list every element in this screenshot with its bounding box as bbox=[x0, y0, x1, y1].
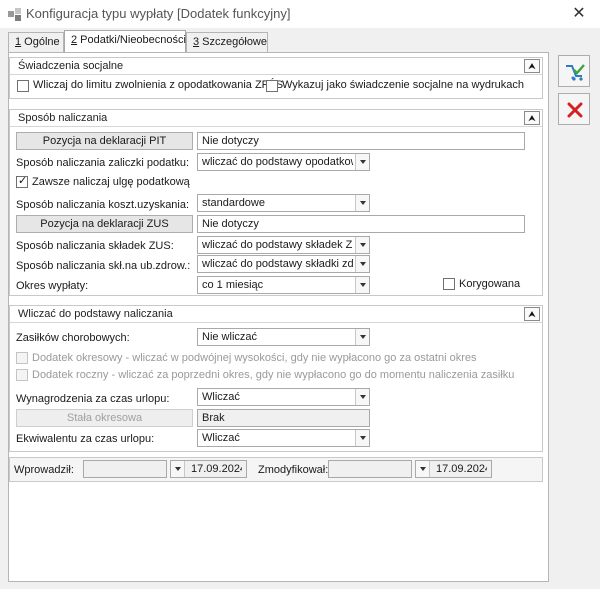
zasilkow-dropdown[interactable]: Nie wliczać bbox=[197, 328, 370, 346]
group-swiadczenia-socjalne: Świadczenia socjalne ⮝ bbox=[9, 57, 543, 99]
chevron-down-icon[interactable] bbox=[355, 389, 369, 405]
wykazuj-label: Wykazuj jako świadczenie socjalne na wyd… bbox=[282, 79, 525, 91]
app-icon bbox=[8, 8, 21, 21]
ulga-label: Zawsze naliczaj ulgę podatkową bbox=[32, 176, 190, 188]
zaliczka-label: Sposób naliczania zaliczki podatku: bbox=[16, 157, 190, 169]
chevron-down-icon[interactable] bbox=[355, 430, 369, 446]
collapse-up-icon[interactable]: ⮝ bbox=[524, 59, 540, 73]
chevron-down-icon[interactable] bbox=[355, 237, 369, 253]
collapse-up-icon[interactable]: ⮝ bbox=[524, 307, 540, 321]
zmodyfikowal-date-field[interactable]: 17.09.2024 bbox=[415, 460, 492, 478]
okresowy-label: Dodatek okresowy - wliczać w podwójnej w… bbox=[32, 352, 477, 364]
skladki-zdrow-dropdown[interactable]: wliczać do podstawy składki zdro... bbox=[197, 255, 370, 273]
zasilkow-label: Zasiłków chorobowych: bbox=[16, 332, 130, 344]
koszty-dropdown[interactable]: standardowe bbox=[197, 194, 370, 212]
zmodyfikowal-label: Zmodyfikował: bbox=[258, 464, 329, 476]
chevron-down-icon[interactable] bbox=[171, 461, 185, 477]
skladki-zdrow-label: Sposób naliczania skł.na ub.zdrow.: bbox=[16, 260, 191, 272]
save-icon bbox=[566, 64, 585, 81]
group-title: Sposób naliczania bbox=[18, 112, 108, 124]
pit-declaration-button[interactable]: Pozycja na deklaracji PIT bbox=[16, 132, 193, 150]
chevron-down-icon[interactable] bbox=[355, 256, 369, 272]
zus-declaration-button[interactable]: Pozycja na deklaracji ZUS bbox=[16, 215, 193, 233]
chevron-down-icon[interactable] bbox=[355, 154, 369, 170]
korygowana-checkbox[interactable] bbox=[443, 278, 455, 290]
group-title: Świadczenia socjalne bbox=[18, 60, 124, 72]
group-title: Wliczać do podstawy naliczania bbox=[18, 308, 173, 320]
chevron-down-icon[interactable] bbox=[355, 195, 369, 211]
wprowadzil-operator-field bbox=[83, 460, 167, 478]
okres-dropdown[interactable]: co 1 miesiąc bbox=[197, 276, 370, 294]
save-button[interactable] bbox=[558, 55, 590, 87]
zaliczka-dropdown[interactable]: wliczać do podstawy opodatkow... bbox=[197, 153, 370, 171]
window-title: Konfiguracja typu wypłaty [Dodatek funkc… bbox=[26, 6, 291, 21]
koszty-label: Sposób naliczania koszt.uzyskania: bbox=[16, 199, 190, 211]
wprowadzil-label: Wprowadził: bbox=[14, 464, 74, 476]
cancel-icon bbox=[567, 102, 583, 118]
chevron-down-icon[interactable] bbox=[416, 461, 430, 477]
close-icon[interactable]: ✕ bbox=[568, 4, 590, 24]
zmodyfikowal-operator-field bbox=[328, 460, 412, 478]
chevron-down-icon[interactable] bbox=[355, 329, 369, 345]
okresowy-checkbox[interactable] bbox=[16, 352, 28, 364]
ulga-checkbox[interactable] bbox=[16, 174, 28, 188]
pit-declaration-field[interactable]: Nie dotyczy bbox=[197, 132, 525, 150]
korygowana-label: Korygowana bbox=[459, 278, 521, 290]
cancel-button[interactable] bbox=[558, 93, 590, 125]
stala-okresowa-field: Brak bbox=[197, 409, 370, 427]
roczny-checkbox[interactable] bbox=[16, 369, 28, 381]
ekwiwalent-label: Ekwiwalentu za czas urlopu: bbox=[16, 433, 155, 445]
tab-podatki-nieobecnosci[interactable]: 2 Podatki/Nieobecności bbox=[64, 30, 186, 53]
collapse-up-icon[interactable]: ⮝ bbox=[524, 111, 540, 125]
ekwiwalent-dropdown[interactable]: Wliczać bbox=[197, 429, 370, 447]
wykazuj-checkbox[interactable] bbox=[266, 80, 278, 92]
tab-szczegolowe[interactable]: 3 Szczegółowe bbox=[186, 32, 268, 52]
skladki-zus-dropdown[interactable]: wliczać do podstawy składek ZUS bbox=[197, 236, 370, 254]
stala-okresowa-button[interactable]: Stała okresowa bbox=[16, 409, 193, 427]
skladki-zus-label: Sposób naliczania składek ZUS: bbox=[16, 240, 174, 252]
urlop-dropdown[interactable]: Wliczać bbox=[197, 388, 370, 406]
title-bar: Konfiguracja typu wypłaty [Dodatek funkc… bbox=[0, 0, 600, 28]
roczny-label: Dodatek roczny - wliczać za poprzedni ok… bbox=[32, 369, 515, 381]
urlop-label: Wynagrodzenia za czas urlopu: bbox=[16, 393, 170, 405]
wprowadzil-date-field[interactable]: 17.09.2024 bbox=[170, 460, 247, 478]
chevron-down-icon[interactable] bbox=[355, 277, 369, 293]
tab-ogolne[interactable]: 1 Ogólne bbox=[8, 32, 64, 52]
okres-label: Okres wypłaty: bbox=[16, 280, 89, 292]
zus-declaration-field[interactable]: Nie dotyczy bbox=[197, 215, 525, 233]
limit-zfss-label: Wliczaj do limitu zwolnienia z opodatkow… bbox=[33, 79, 284, 91]
limit-zfss-checkbox[interactable] bbox=[17, 80, 29, 92]
